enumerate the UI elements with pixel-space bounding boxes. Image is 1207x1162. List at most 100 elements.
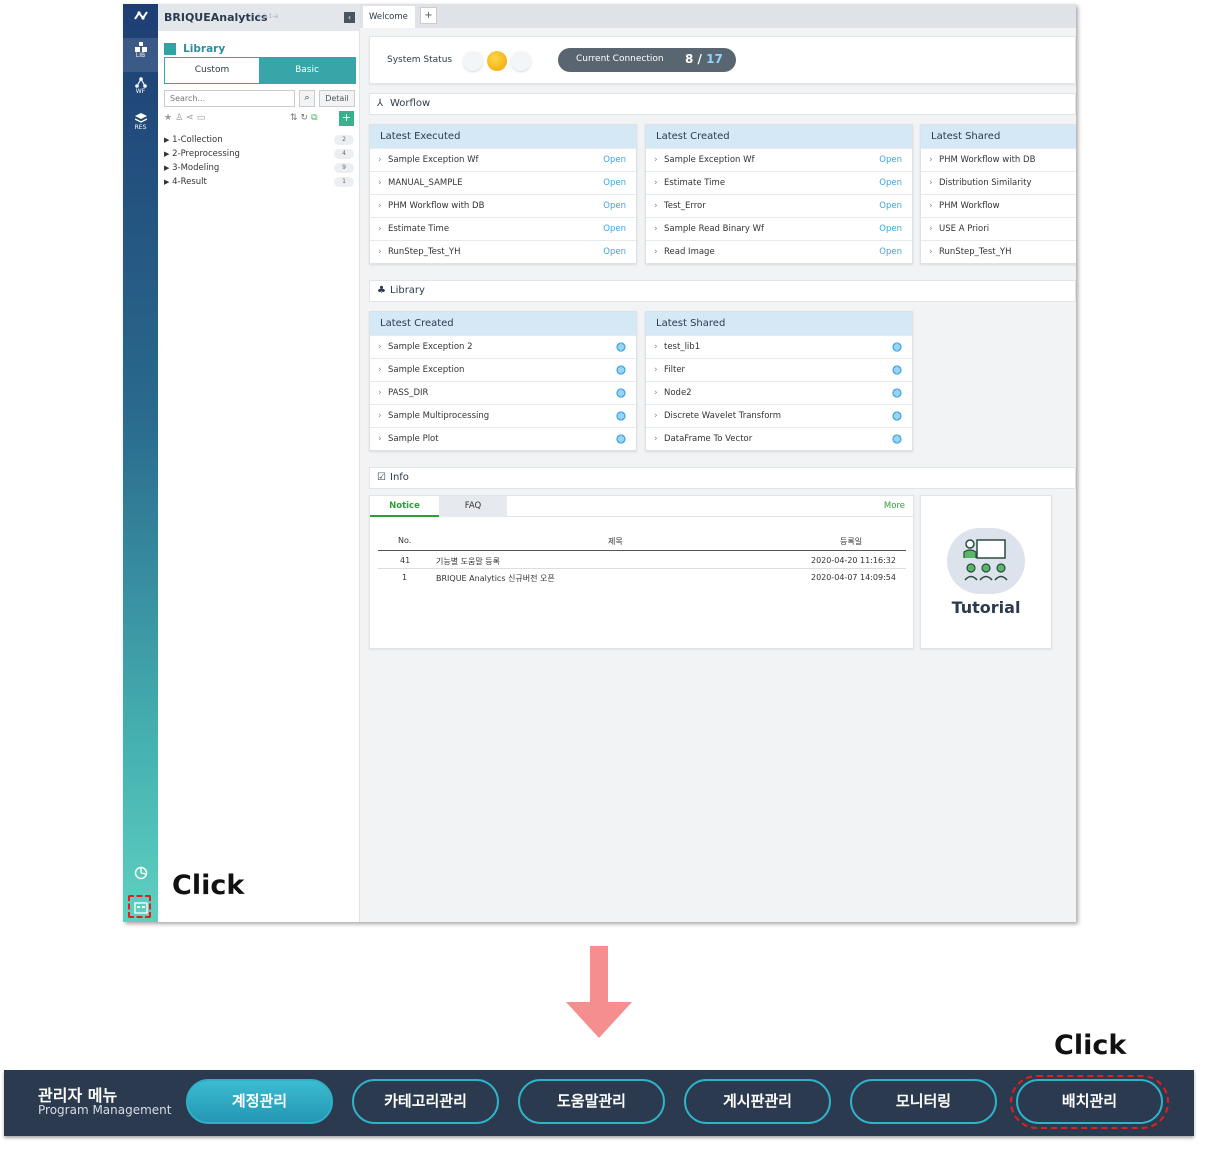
open-link[interactable]: Open <box>879 241 902 263</box>
open-link[interactable]: Open <box>879 149 902 171</box>
tree-item[interactable]: ▶ 2-Preprocessing 4 <box>164 147 356 161</box>
copy-icon[interactable]: ⧉ <box>311 113 320 123</box>
table-row[interactable]: 41 기능별 도움말 등록 2020-04-20 11:16:32 <box>378 553 906 569</box>
list-item[interactable]: DataFrame To Vector <box>646 427 912 450</box>
clipboard-icon: ☑ <box>377 472 386 483</box>
globe-icon[interactable] <box>616 342 626 352</box>
help-management-button[interactable]: 도움말관리 <box>518 1079 665 1124</box>
list-item[interactable]: Distribution Similarity <box>921 171 1076 194</box>
globe-icon[interactable] <box>892 342 902 352</box>
rail-wf-button[interactable]: WF <box>123 74 158 108</box>
list-item[interactable]: RunStep_Test_YH Open <box>370 240 636 263</box>
tree-item[interactable]: ▶ 1-Collection 2 <box>164 133 356 147</box>
list-item[interactable]: Discrete Wavelet Transform <box>646 404 912 427</box>
globe-icon[interactable] <box>616 388 626 398</box>
refresh-icon[interactable]: ↻ <box>301 113 312 123</box>
down-arrow-icon <box>566 946 632 1038</box>
collapse-icon[interactable]: ‹ <box>344 12 355 23</box>
list-item[interactable]: Sample Plot <box>370 427 636 450</box>
list-item[interactable]: Sample Multiprocessing <box>370 404 636 427</box>
library-panel: BRIQUEAnalytics 1.2.1-a ‹ Library Custom… <box>158 4 360 922</box>
open-link[interactable]: Open <box>603 195 626 217</box>
library-title-text: Library <box>183 42 226 55</box>
list-item[interactable]: Sample Exception Wf Open <box>646 148 912 171</box>
list-item[interactable]: Sample Exception 2 <box>370 335 636 358</box>
workflow-section-header: ⅄ Worflow <box>369 93 1076 115</box>
list-item[interactable]: PASS_DIR <box>370 381 636 404</box>
rail-res-button[interactable]: RES <box>123 110 158 144</box>
list-item[interactable]: PHM Workflow <box>921 194 1076 217</box>
more-link[interactable]: More <box>884 496 905 517</box>
tree-item[interactable]: ▶ 3-Modeling 9 <box>164 161 356 175</box>
list-item[interactable]: PHM Workflow with DB <box>921 148 1076 171</box>
tab-custom[interactable]: Custom <box>165 58 259 83</box>
card-title: Latest Created <box>370 312 636 335</box>
list-item[interactable]: Estimate Time Open <box>646 171 912 194</box>
list-item[interactable]: PHM Workflow with DB Open <box>370 194 636 217</box>
open-link[interactable]: Open <box>603 172 626 194</box>
open-link[interactable]: Open <box>879 172 902 194</box>
globe-icon[interactable] <box>892 434 902 444</box>
chart-icon[interactable] <box>123 862 158 896</box>
open-link[interactable]: Open <box>879 195 902 217</box>
library-search-input[interactable] <box>164 90 295 107</box>
library-toolbar: ★♙⋖▭ <box>164 113 208 123</box>
list-item[interactable]: Test_Error Open <box>646 194 912 217</box>
board-management-button[interactable]: 게시판관리 <box>684 1079 831 1124</box>
globe-icon[interactable] <box>616 365 626 375</box>
detail-button[interactable]: Detail <box>319 90 355 107</box>
account-management-button[interactable]: 계정관리 <box>186 1079 333 1124</box>
item-label: Discrete Wavelet Transform <box>664 411 782 421</box>
list-item[interactable]: RunStep_Test_YH <box>921 240 1076 263</box>
list-item[interactable]: Sample Read Binary Wf Open <box>646 217 912 240</box>
library-latest-shared: Latest Shared test_lib1 Filter Node2 Dis… <box>645 311 913 451</box>
tutorial-card[interactable]: Tutorial <box>920 495 1052 649</box>
list-item[interactable]: Node2 <box>646 381 912 404</box>
col-title: 제목 <box>608 537 623 546</box>
list-item[interactable]: Estimate Time Open <box>370 217 636 240</box>
tree-item[interactable]: ▶ 4-Result 1 <box>164 175 356 189</box>
list-item[interactable]: Filter <box>646 358 912 381</box>
sort-icon[interactable]: ⇅ <box>290 113 301 123</box>
list-item[interactable]: Read Image Open <box>646 240 912 263</box>
tab-welcome[interactable]: Welcome <box>363 6 415 28</box>
globe-icon[interactable] <box>616 411 626 421</box>
table-row[interactable]: 1 BRIQUE Analytics 신규버전 오픈 2020-04-07 14… <box>378 570 906 586</box>
open-link[interactable]: Open <box>603 241 626 263</box>
tab-basic[interactable]: Basic <box>259 58 355 83</box>
card-title: Latest Shared <box>921 125 1076 148</box>
open-link[interactable]: Open <box>603 218 626 240</box>
logo-icon[interactable] <box>123 8 158 42</box>
tree-item-label: 3-Modeling <box>172 163 220 173</box>
list-item[interactable]: USE A Priori <box>921 217 1076 240</box>
tab-notice[interactable]: Notice <box>370 496 439 517</box>
category-management-button[interactable]: 카테고리관리 <box>352 1079 499 1124</box>
open-link[interactable]: Open <box>879 218 902 240</box>
add-tab-button[interactable]: + <box>420 7 437 24</box>
globe-icon[interactable] <box>892 388 902 398</box>
tab-faq[interactable]: FAQ <box>439 496 507 517</box>
list-item[interactable]: test_lib1 <box>646 335 912 358</box>
globe-icon[interactable] <box>892 411 902 421</box>
library-tree: ▶ 1-Collection 2 ▶ 2-Preprocessing 4 ▶ 3… <box>164 133 356 189</box>
globe-icon[interactable] <box>616 434 626 444</box>
app-version: 1.2.1-a <box>257 13 279 20</box>
rail-lib-button[interactable]: LIB <box>123 38 158 72</box>
monitoring-button[interactable]: 모니터링 <box>850 1079 997 1124</box>
user-icon[interactable]: ♙ <box>175 113 186 123</box>
star-icon[interactable]: ★ <box>164 113 175 123</box>
share-icon[interactable]: ⋖ <box>186 113 197 123</box>
row-no: 41 <box>400 556 411 565</box>
item-label: RunStep_Test_YH <box>388 247 461 257</box>
list-item[interactable]: Sample Exception Wf Open <box>370 148 636 171</box>
status-light-off <box>511 51 531 71</box>
globe-icon[interactable] <box>892 365 902 375</box>
list-item[interactable]: Sample Exception <box>370 358 636 381</box>
add-icon[interactable]: + <box>339 111 354 126</box>
folder-icon[interactable]: ▭ <box>197 113 209 123</box>
open-link[interactable]: Open <box>603 149 626 171</box>
search-icon[interactable]: ⌕ <box>299 90 315 107</box>
list-item[interactable]: MANUAL_SAMPLE Open <box>370 171 636 194</box>
admin-menu-button[interactable] <box>123 899 158 922</box>
connection-separator: / <box>697 52 702 66</box>
